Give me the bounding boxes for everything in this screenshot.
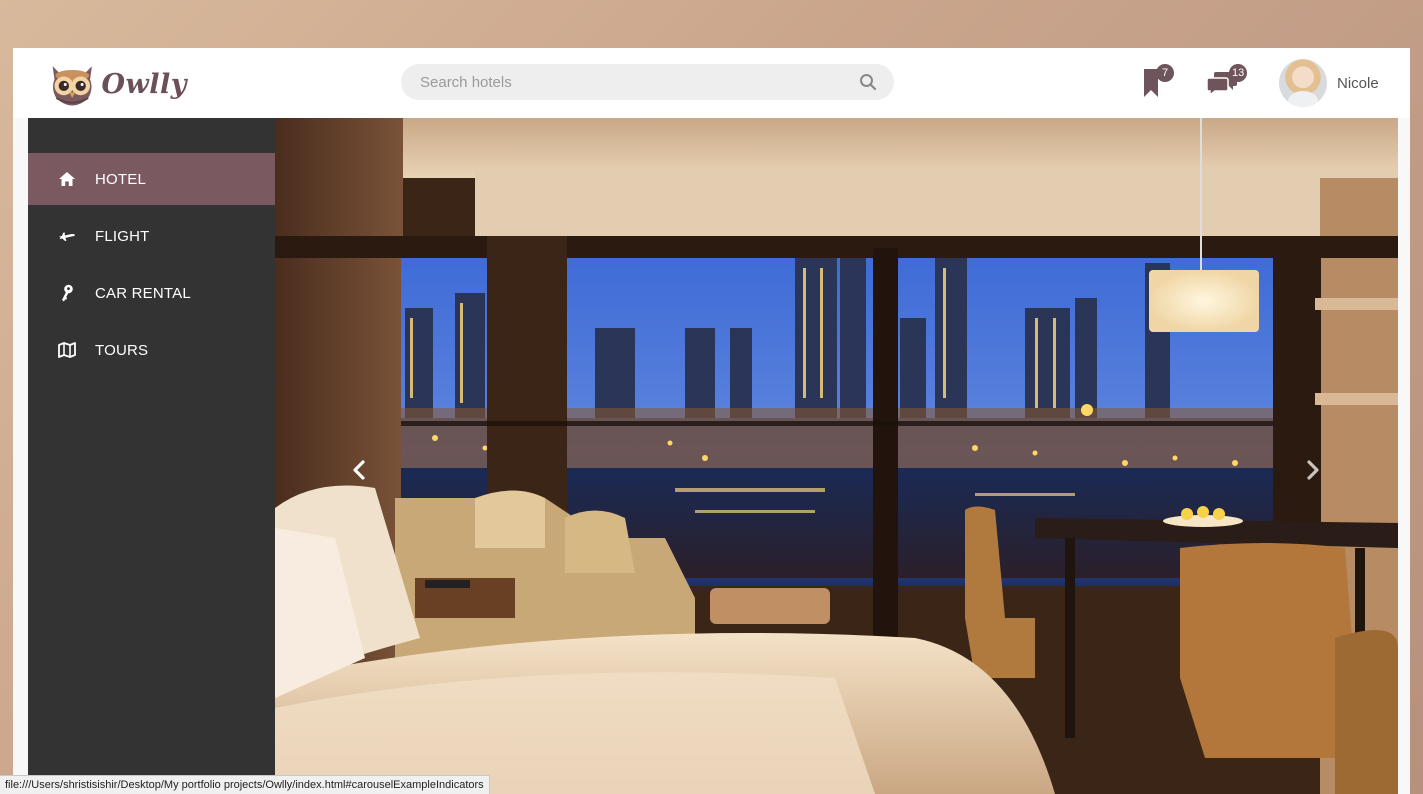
sidebar: HOTEL FLIGHT CAR RENTAL TOURS	[28, 118, 275, 794]
user-profile[interactable]: Nicole	[1279, 59, 1379, 107]
app-window: Owlly 7 13 Nico	[13, 48, 1410, 794]
bookmarks-count-badge: 7	[1156, 64, 1174, 82]
search-button[interactable]	[850, 64, 886, 100]
sidebar-item-flight[interactable]: FLIGHT	[28, 210, 275, 262]
search-bar	[401, 64, 894, 100]
carousel-slide-image	[275, 118, 1398, 794]
hero-carousel	[275, 118, 1398, 794]
carousel-prev-button[interactable]	[339, 448, 379, 492]
search-input[interactable]	[401, 64, 850, 100]
browser-status-url: file:///Users/shristisishir/Desktop/My p…	[0, 775, 490, 794]
owl-logo-icon	[52, 66, 92, 106]
map-icon	[58, 341, 76, 359]
brand-name: Owlly	[101, 68, 187, 100]
messages-count-badge: 13	[1229, 64, 1248, 82]
brand-logo[interactable]: Owlly	[47, 59, 187, 109]
messages-button[interactable]: 13	[1205, 62, 1249, 102]
sidebar-nav: HOTEL FLIGHT CAR RENTAL TOURS	[28, 153, 275, 381]
sidebar-item-label: FLIGHT	[95, 227, 150, 245]
plane-icon	[58, 227, 76, 245]
sidebar-item-label: TOURS	[95, 341, 149, 359]
sidebar-item-label: HOTEL	[95, 170, 147, 188]
sidebar-item-car-rental[interactable]: CAR RENTAL	[28, 267, 275, 319]
avatar	[1279, 59, 1327, 107]
sidebar-item-tours[interactable]: TOURS	[28, 324, 275, 376]
chevron-left-icon	[353, 460, 365, 480]
top-header: Owlly 7 13 Nico	[13, 48, 1410, 118]
search-icon	[860, 74, 877, 91]
carousel-next-button[interactable]	[1293, 448, 1333, 492]
chevron-right-icon	[1307, 460, 1319, 480]
sidebar-item-hotel[interactable]: HOTEL	[28, 153, 275, 205]
sidebar-item-label: CAR RENTAL	[95, 284, 191, 302]
home-icon	[58, 170, 76, 188]
user-name: Nicole	[1337, 74, 1379, 92]
bookmarks-button[interactable]: 7	[1140, 62, 1184, 102]
key-icon	[58, 284, 76, 302]
